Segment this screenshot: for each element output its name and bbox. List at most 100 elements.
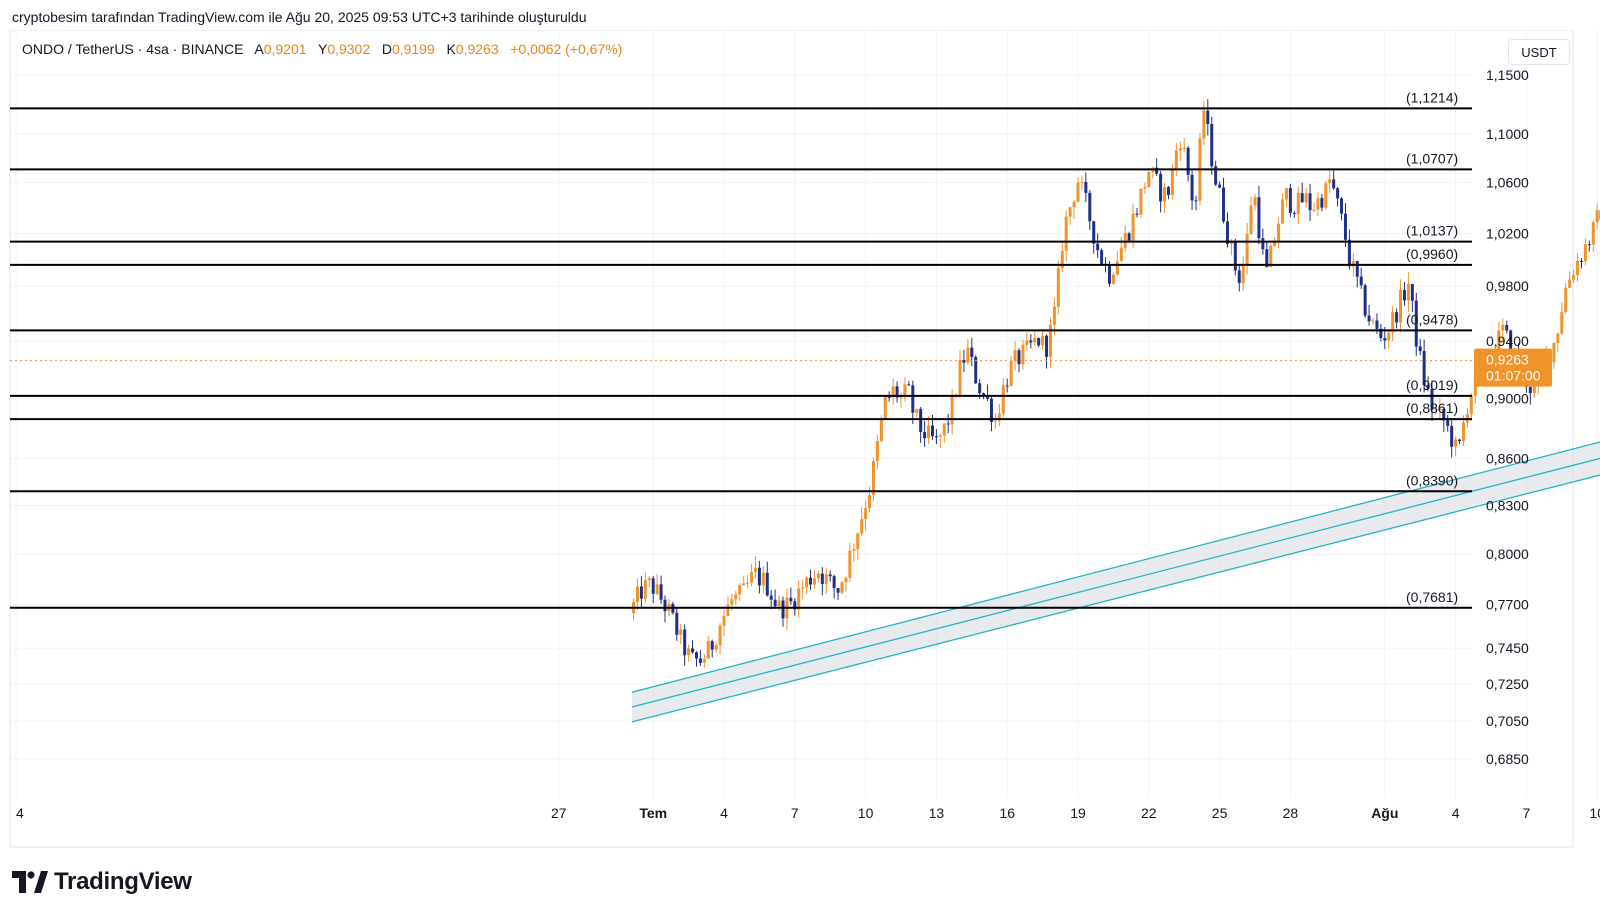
candle-body [911,385,915,413]
candle-body [836,587,840,593]
tradingview-logo[interactable]: TradingView [12,868,192,896]
low-label: D [381,41,392,57]
candle-up [1568,271,1572,289]
candle-up [868,486,872,512]
candle-down [1587,240,1591,252]
candle-body [1383,338,1387,341]
candle-body [1359,276,1363,286]
candle-body [1308,193,1312,211]
candle-down [1084,172,1088,203]
candle-body [1202,110,1206,139]
candle-body [706,641,710,659]
candle-up [643,571,647,603]
candle-body [1186,147,1190,175]
symbol-name[interactable]: ONDO / TetherUS · 4sa · BINANCE [22,41,243,57]
candle-down [962,349,966,372]
candle-body [930,425,934,437]
candle-body [1245,233,1249,266]
candle-body [647,578,651,581]
candle-body [1064,216,1068,251]
y-tick-label: 1,1000 [1486,126,1529,142]
candle-body [789,597,793,602]
candle-down [1135,208,1139,218]
candle-body [907,384,911,386]
candle-body [1001,385,1005,414]
candle-body [1159,173,1163,202]
chart-canvas[interactable]: (1,1214) (1,0707) (1,0137) (0,9960) (0,9478)… [0,30,1600,850]
candle-body [777,600,781,607]
price-axis[interactable]: 1,1500 1,1000 1,0600 1,0200 0,9800 0,9400 0,90… [1486,67,1529,767]
candle-up [742,576,746,586]
y-tick-label: 0,8300 [1486,497,1529,513]
candle-down [698,650,702,666]
candle-up [632,598,636,621]
candle-body [1363,285,1367,316]
candle-up [1245,222,1249,275]
candle-down [1037,337,1041,348]
y-tick-label: 0,8600 [1486,451,1529,467]
candle-body [1300,193,1304,203]
candle-up [1178,141,1182,161]
candle-body [844,577,848,583]
candle-up [753,555,757,579]
candle-body [1174,150,1178,170]
grid-lines [10,30,1598,798]
candle-down [659,575,663,605]
candle-body [1304,193,1308,203]
level-label: (0,9960) [1406,246,1458,262]
candle-up [997,403,1001,427]
candle-body [848,550,852,578]
candle-up [1123,225,1127,253]
candle-up [1111,272,1115,286]
candle-up [1560,301,1564,336]
candle-body [871,460,875,496]
open-label: A [254,41,264,57]
candle-up [702,654,706,668]
candle-body [1025,340,1029,345]
candle-body [1017,350,1021,365]
candle-body [1292,212,1296,214]
candle-body [1375,320,1379,329]
candle-body [639,586,643,599]
candle-up [1316,192,1320,217]
candle-up [746,575,750,589]
level-label: (1,0137) [1406,223,1458,239]
time-axis[interactable]: 427Tem4710131619222528Ağu471013161922 [16,805,1600,821]
candle-body [816,573,820,579]
candle-body [1261,238,1265,250]
candle-body [1068,207,1072,217]
x-tick-label: Tem [639,805,667,821]
candle-up [848,542,852,583]
candle-down [651,575,655,604]
candle-body [734,594,738,600]
candle-up [1182,137,1186,153]
candle-body [1395,312,1399,323]
candle-body [1056,268,1060,307]
candle-down [974,355,978,385]
candle-body [655,584,659,594]
candle-up [1064,210,1068,262]
candle-body [1564,287,1568,312]
candle-body [934,436,938,438]
candle-down [1194,195,1198,211]
candle-body [1406,284,1410,301]
candle-body [1041,335,1045,346]
y-tick-label: 0,7450 [1486,640,1529,656]
candle-up [840,581,844,595]
candle-down [1214,160,1218,187]
candle-body [1170,169,1174,196]
x-tick-label: 4 [720,805,728,821]
candle-body [1076,182,1080,202]
chart-attribution: cryptobesim tarafından TradingView.com i… [12,9,587,25]
candle-down [1363,283,1367,318]
candle-body [1347,239,1351,267]
candle-down [1336,187,1340,207]
candle-up [797,580,801,618]
candle-up [1056,260,1060,315]
y-tick-label: 1,1500 [1486,67,1529,83]
candle-body [1194,200,1198,202]
currency-button[interactable]: USDT [1508,39,1570,65]
candle-up [1001,378,1005,418]
candle-body [1450,425,1454,447]
candle-up [1060,241,1064,273]
